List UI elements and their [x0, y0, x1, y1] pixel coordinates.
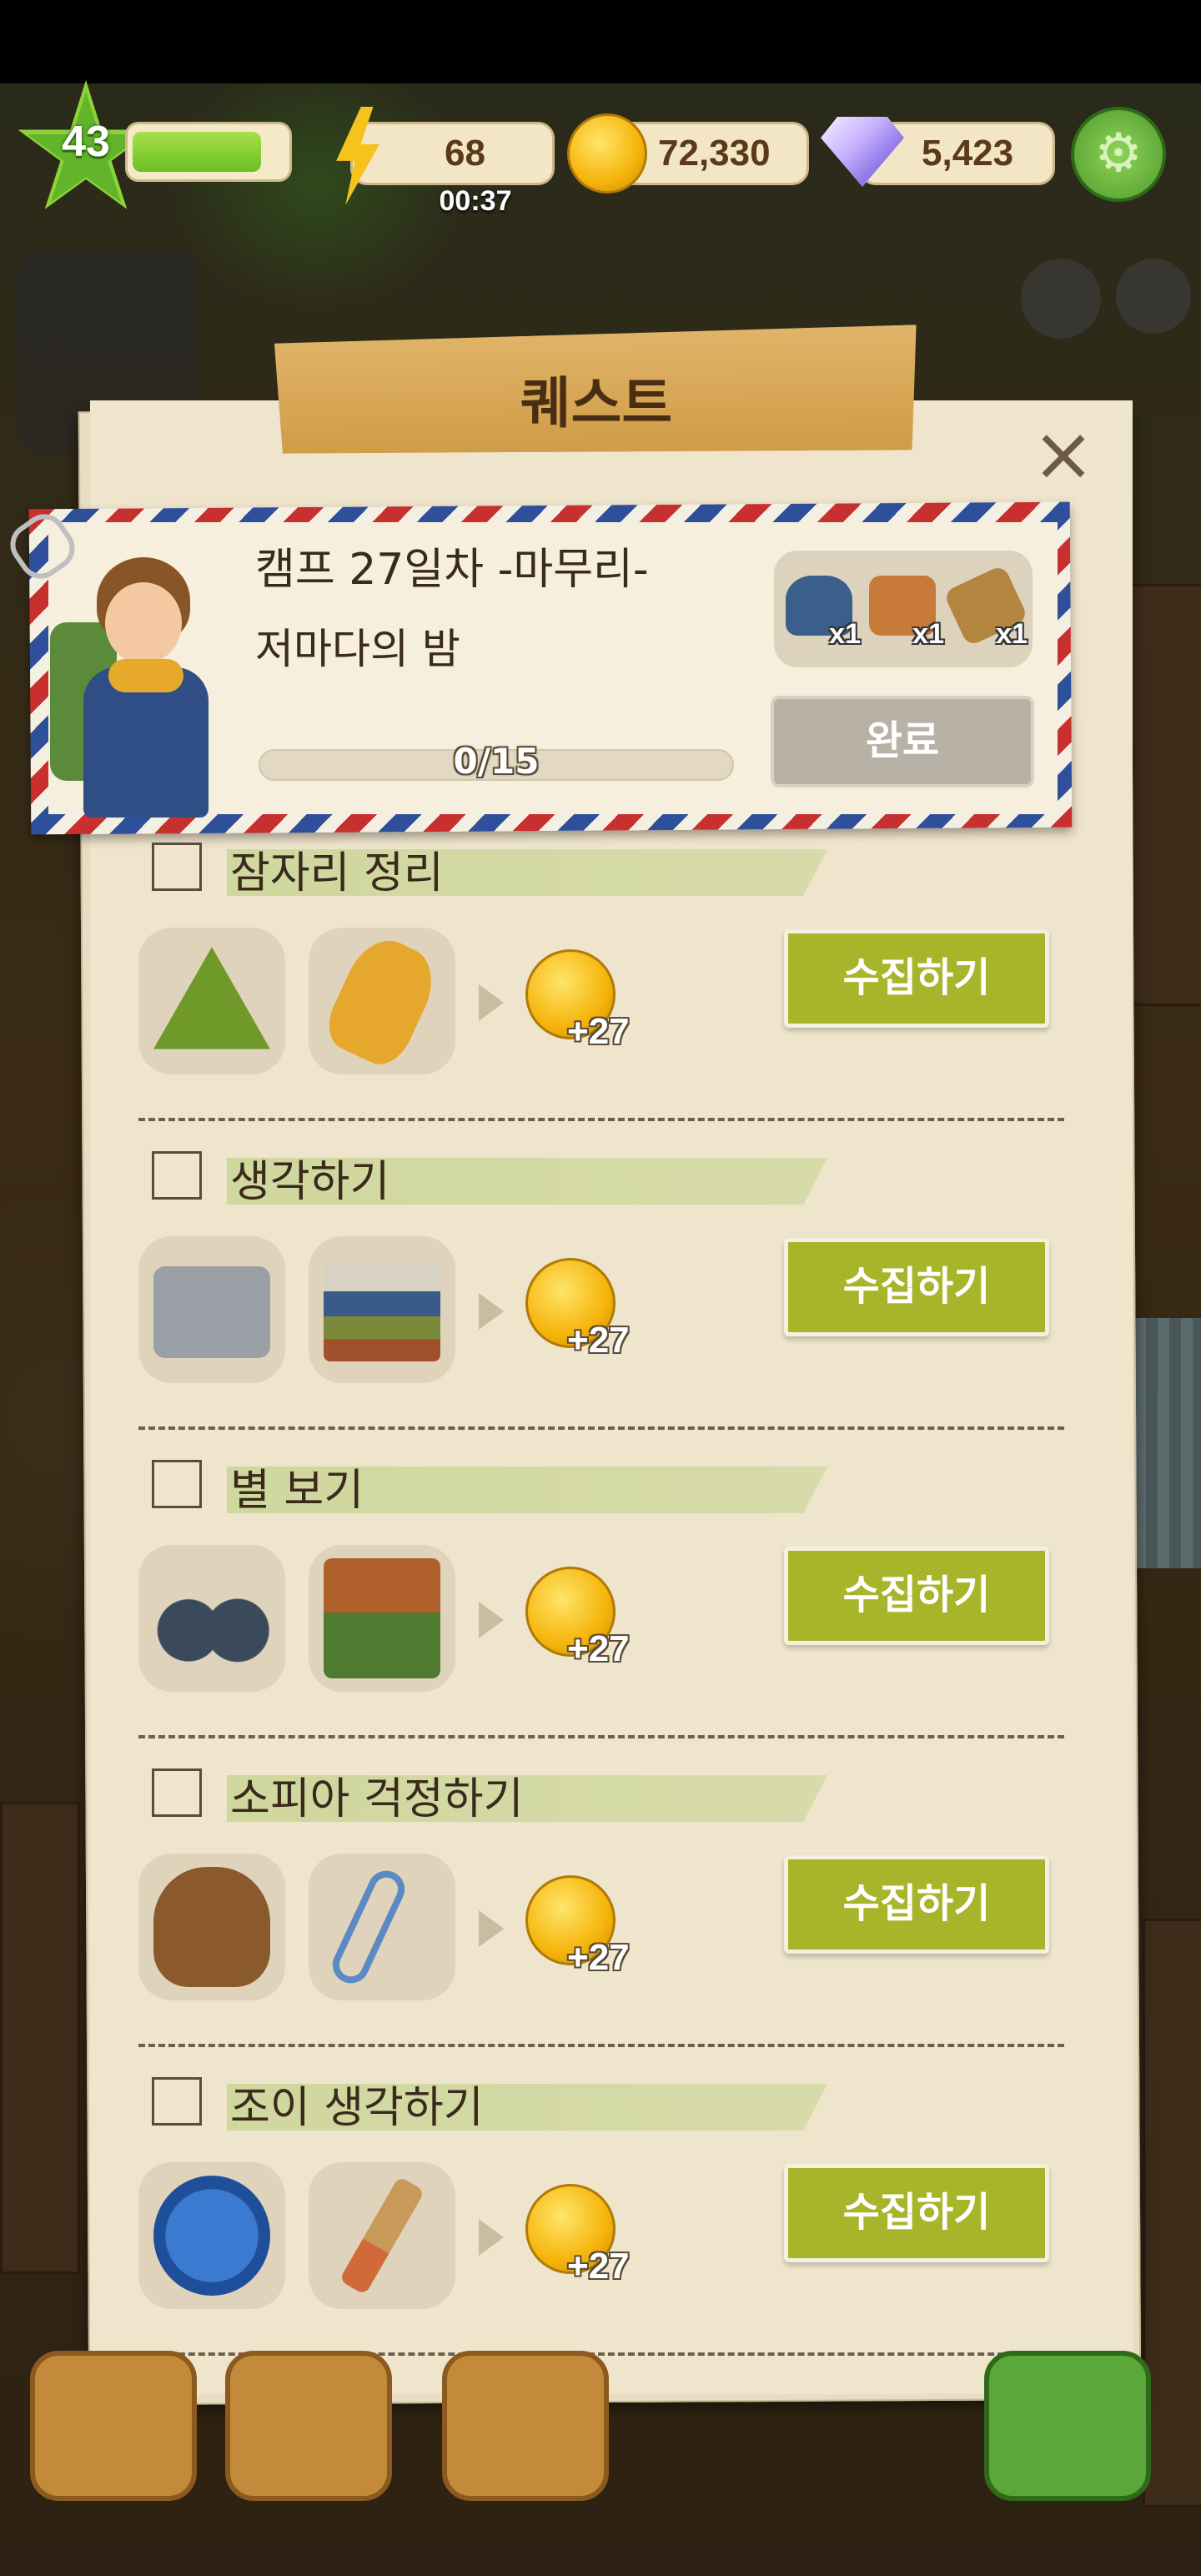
- divider: [138, 1118, 1064, 1121]
- gem-value: 5,423: [922, 133, 1014, 174]
- energy-timer: 00:37: [439, 185, 512, 217]
- task-item[interactable]: [138, 928, 285, 1074]
- hiker-character-portrait: [50, 542, 234, 818]
- task-row: 생각하기 +27 수집하기: [133, 1143, 1076, 1452]
- task-name: 별 보기: [230, 1466, 364, 1516]
- task-item[interactable]: [138, 2162, 285, 2309]
- safety-pin-icon: [326, 1864, 411, 1990]
- reward-count: x1: [829, 618, 861, 650]
- task-name: 조이 생각하기: [230, 2083, 484, 2133]
- catalog-button[interactable]: [225, 2351, 392, 2501]
- status-bar: [0, 0, 1201, 83]
- collect-button[interactable]: 수집하기: [784, 929, 1049, 1028]
- reward-count: x1: [912, 618, 944, 650]
- task-row: 조이 생각하기 +27 수집하기: [133, 2069, 1076, 2377]
- coin-value: 72,330: [658, 133, 771, 174]
- arrow-icon: [479, 1602, 504, 1638]
- gear-icon[interactable]: ⚙: [1071, 107, 1166, 202]
- reward-wallet: x1: [942, 564, 1029, 651]
- reward-count: x1: [996, 618, 1028, 650]
- task-item[interactable]: [138, 1854, 285, 2000]
- task-item[interactable]: [309, 1236, 455, 1383]
- map-icon[interactable]: [1021, 259, 1101, 339]
- arrow-icon: [479, 1293, 504, 1330]
- radio-icon: [153, 1266, 270, 1358]
- task-row: 소피아 걱정하기 +27 수집하기: [133, 1760, 1076, 2069]
- books-icon: [324, 1261, 440, 1361]
- tasks-menu-button[interactable]: [30, 2351, 197, 2501]
- stool-icon: [153, 1867, 270, 1987]
- task-item[interactable]: [309, 928, 455, 1074]
- xp-bar: [125, 122, 292, 182]
- no-ads-icon[interactable]: [1116, 259, 1191, 334]
- reward-bag: x1: [781, 567, 861, 651]
- divider: [138, 1735, 1064, 1738]
- task-checkbox[interactable]: [152, 1460, 202, 1508]
- task-item[interactable]: [309, 1545, 455, 1692]
- energy-value: 68: [445, 133, 485, 174]
- firewood-cart-icon: [324, 1558, 440, 1678]
- coin-reward: +27: [567, 1011, 630, 1052]
- divider: [138, 1426, 1064, 1430]
- collect-button[interactable]: 수집하기: [784, 1238, 1049, 1336]
- journal-button[interactable]: [442, 2351, 609, 2501]
- arrow-icon: [479, 2219, 504, 2256]
- coin-reward: +27: [567, 1628, 630, 1669]
- panel-title: 퀘스트: [520, 371, 673, 435]
- task-row: 별 보기 +27 수집하기: [133, 1452, 1076, 1760]
- reward-chest: x1: [864, 567, 944, 651]
- coin-reward: +27: [567, 2246, 630, 2287]
- task-item[interactable]: [138, 1545, 285, 1692]
- refresh-button[interactable]: [984, 2351, 1151, 2501]
- task-name: 생각하기: [230, 1157, 390, 1207]
- binoculars-icon: [153, 1558, 270, 1678]
- paintbrush-icon: [339, 2176, 425, 2296]
- collect-button[interactable]: 수집하기: [784, 1855, 1049, 1954]
- close-icon[interactable]: ×: [1026, 417, 1101, 492]
- task-name: 소피아 걱정하기: [230, 1774, 524, 1824]
- sleeping-bag-icon: [319, 928, 445, 1074]
- quest-rewards: x1 x1 x1: [774, 551, 1033, 667]
- collect-button[interactable]: 수집하기: [784, 2164, 1049, 2262]
- coin-reward: +27: [567, 1320, 630, 1361]
- quest-progress-text: 0/15: [453, 741, 540, 782]
- task-name: 잠자리 정리: [230, 848, 444, 898]
- task-checkbox[interactable]: [152, 843, 202, 891]
- quest-title: 캠프 27일차 -마무리-: [255, 545, 649, 595]
- task-item[interactable]: [138, 1236, 285, 1383]
- task-item[interactable]: [309, 2162, 455, 2309]
- xp-bar-fill: [133, 132, 261, 172]
- coin-icon: [567, 113, 647, 194]
- divider: [138, 2044, 1064, 2047]
- task-item[interactable]: [309, 1854, 455, 2000]
- pincushion-icon: [153, 2176, 270, 2296]
- quest-subtitle: 저마다의 밤: [255, 625, 460, 673]
- collect-button[interactable]: 수집하기: [784, 1547, 1049, 1645]
- task-row: 잠자리 정리 +27 수집하기: [133, 834, 1076, 1143]
- tent-icon: [153, 947, 270, 1049]
- complete-button[interactable]: 완료: [771, 696, 1034, 787]
- task-checkbox[interactable]: [152, 1151, 202, 1200]
- energy-counter[interactable]: 68: [350, 122, 555, 185]
- task-checkbox[interactable]: [152, 2077, 202, 2126]
- task-checkbox[interactable]: [152, 1768, 202, 1817]
- coin-reward: +27: [567, 1937, 630, 1978]
- arrow-icon: [479, 984, 504, 1021]
- arrow-icon: [479, 1910, 504, 1947]
